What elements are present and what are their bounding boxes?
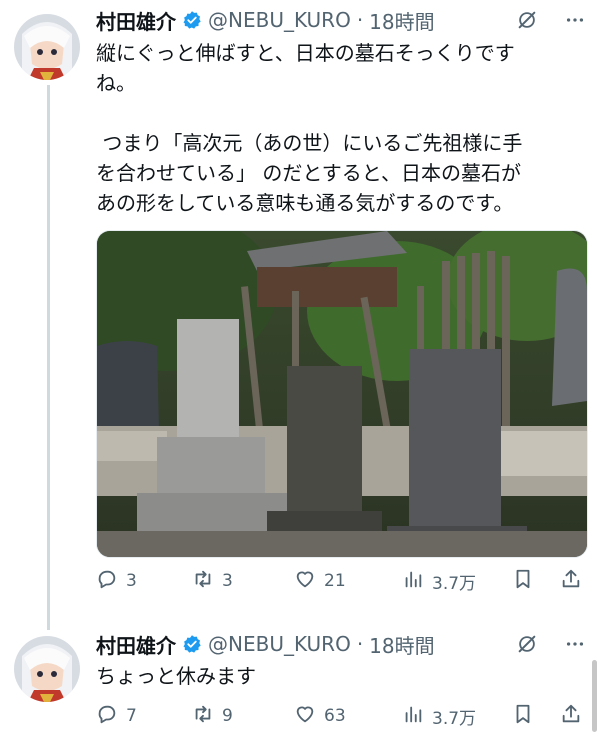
reply-button[interactable]: 3 — [96, 568, 192, 595]
display-name[interactable]: 村田雄介 — [96, 6, 176, 35]
like-button[interactable]: 63 — [294, 703, 402, 730]
timestamp[interactable]: 18時間 — [369, 630, 434, 659]
like-count: 63 — [324, 706, 346, 726]
thread-connector-line — [47, 85, 50, 630]
bookmark-icon — [512, 703, 534, 730]
more-icon[interactable] — [564, 633, 586, 655]
reply-icon — [96, 703, 118, 730]
repost-count: 9 — [222, 706, 233, 726]
verified-badge-icon — [182, 634, 202, 654]
views-button[interactable]: 3.7万 — [402, 568, 512, 595]
repost-icon — [192, 703, 214, 730]
views-count: 3.7万 — [432, 708, 477, 729]
tweet-header: 村田雄介 @NEBU_KURO · 18時間 — [96, 4, 435, 36]
bookmark-icon — [512, 568, 534, 595]
bookmark-button[interactable] — [512, 703, 560, 730]
repost-button[interactable]: 9 — [192, 703, 294, 730]
like-icon — [294, 703, 316, 730]
separator: · — [356, 632, 364, 656]
like-icon — [294, 568, 316, 595]
timestamp[interactable]: 18時間 — [369, 6, 434, 35]
scrollbar[interactable] — [592, 660, 597, 732]
share-button[interactable] — [560, 703, 582, 730]
repost-count: 3 — [222, 571, 233, 591]
tweet-header: 村田雄介 @NEBU_KURO · 18時間 — [96, 628, 435, 660]
more-icon[interactable] — [564, 9, 586, 31]
handle[interactable]: @NEBU_KURO — [208, 8, 351, 32]
reply-icon — [96, 568, 118, 595]
views-count: 3.7万 — [432, 573, 477, 594]
views-icon — [402, 568, 424, 595]
tweet-text: 縦にぐっと伸ばすと、日本の墓石そっくりです ね。 つまり「高次元（あの世）にいる… — [96, 41, 523, 215]
share-icon — [560, 703, 582, 730]
views-button[interactable]: 3.7万 — [402, 703, 512, 730]
separator: · — [356, 8, 364, 32]
repost-button[interactable]: 3 — [192, 568, 294, 595]
verified-badge-icon — [182, 10, 202, 30]
tweet-text: ちょっと休みます — [96, 664, 256, 688]
bookmark-button[interactable] — [512, 568, 560, 595]
like-count: 21 — [324, 571, 346, 591]
display-name[interactable]: 村田雄介 — [96, 630, 176, 659]
reply-count: 7 — [126, 706, 137, 726]
tweet-actions: 7 9 63 3.7万 — [96, 701, 586, 731]
avatar[interactable] — [14, 14, 80, 80]
views-icon — [402, 703, 424, 730]
grok-icon[interactable] — [516, 633, 538, 655]
avatar[interactable] — [14, 636, 80, 702]
handle[interactable]: @NEBU_KURO — [208, 632, 351, 656]
repost-icon — [192, 568, 214, 595]
share-button[interactable] — [560, 568, 582, 595]
reply-count: 3 — [126, 571, 137, 591]
share-icon — [560, 568, 582, 595]
reply-button[interactable]: 7 — [96, 703, 192, 730]
tweet-photo[interactable] — [96, 230, 588, 558]
grok-icon[interactable] — [516, 9, 538, 31]
tweet-actions: 3 3 21 3.7万 — [96, 566, 586, 596]
like-button[interactable]: 21 — [294, 568, 402, 595]
